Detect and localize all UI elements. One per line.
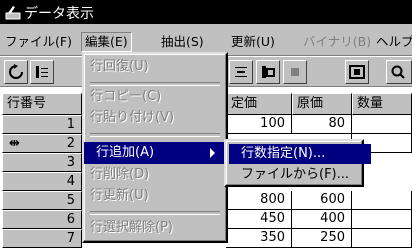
- app-icon: [5, 4, 21, 20]
- row-number: 6: [66, 212, 75, 227]
- list-icon: [36, 66, 48, 78]
- refresh-button[interactable]: [4, 60, 28, 84]
- menu-item-paste-row[interactable]: 行貼り付け(V): [90, 107, 220, 129]
- menu-item-delete-row[interactable]: 行削除(D): [90, 164, 220, 186]
- insert-row-icon: [262, 66, 275, 78]
- row-header[interactable]: 6: [2, 210, 82, 229]
- row-number: 7: [66, 231, 75, 246]
- column-header-qty[interactable]: 数量: [352, 93, 412, 115]
- menu-update[interactable]: 更新(U): [228, 32, 278, 52]
- row-number: 3: [66, 155, 75, 170]
- row-number: 5: [66, 193, 75, 208]
- row-header[interactable]: ⇹ 2: [2, 134, 82, 153]
- align-button[interactable]: [229, 60, 253, 84]
- submenu-arrow-icon: [210, 148, 215, 158]
- table-cell[interactable]: 250: [292, 229, 352, 248]
- record-button[interactable]: [345, 60, 369, 84]
- row-header[interactable]: 1: [2, 115, 82, 134]
- menu-separator: [90, 211, 220, 215]
- menu-help[interactable]: ヘルプ: [373, 32, 412, 52]
- row-number: 1: [66, 117, 75, 132]
- window-title: データ表示: [24, 6, 94, 22]
- table-cell[interactable]: [352, 229, 412, 248]
- row-number: 2: [66, 136, 75, 151]
- row-marker-icon: ⇹: [9, 136, 20, 151]
- submenu-item-from-file[interactable]: ファイルから(F)...: [229, 165, 371, 185]
- table-cell[interactable]: [352, 191, 412, 210]
- list-button[interactable]: [30, 60, 54, 84]
- menu-item-deselect-row[interactable]: 行選択解除(P): [90, 217, 220, 239]
- column-header-row-number[interactable]: 行番号: [2, 93, 82, 115]
- table-cell[interactable]: 400: [292, 210, 352, 229]
- table-cell[interactable]: [352, 115, 412, 134]
- row-number: 4: [66, 174, 75, 189]
- refresh-icon: [9, 64, 23, 79]
- table-cell[interactable]: 100: [226, 115, 292, 134]
- record-icon: [349, 65, 365, 79]
- stop-icon: [291, 68, 299, 76]
- menu-item-add-row[interactable]: 行追加(A): [84, 142, 230, 164]
- menu-edit[interactable]: 編集(E): [81, 32, 132, 52]
- title-bar: データ表示: [0, 0, 412, 24]
- table-cell[interactable]: 600: [292, 191, 352, 210]
- insert-row-button[interactable]: [256, 60, 280, 84]
- table-cell[interactable]: 350: [226, 229, 292, 248]
- row-header[interactable]: 3: [2, 153, 82, 172]
- table-cell[interactable]: 450: [226, 210, 292, 229]
- row-header[interactable]: 7: [2, 229, 82, 248]
- menu-item-label: 行追加(A): [96, 145, 155, 160]
- menu-separator: [90, 133, 220, 137]
- search-button[interactable]: [386, 60, 412, 84]
- row-header[interactable]: 4: [2, 172, 82, 191]
- menu-binary[interactable]: バイナリ(B): [300, 32, 374, 52]
- column-header-price[interactable]: 定価: [226, 93, 292, 115]
- menu-item-copy-row[interactable]: 行コピー(C): [90, 86, 220, 108]
- menu-item-undo-row[interactable]: 行回復(U): [90, 56, 220, 78]
- edit-menu-dropdown: 行回復(U) 行コピー(C) 行貼り付け(V) 行追加(A) 行削除(D) 行更…: [82, 52, 230, 243]
- menu-item-update-row[interactable]: 行更新(U): [90, 185, 220, 207]
- table-cell[interactable]: [352, 210, 412, 229]
- stop-button[interactable]: [283, 60, 307, 84]
- table-cell[interactable]: 800: [226, 191, 292, 210]
- add-row-submenu: 行数指定(N)... ファイルから(F)...: [224, 139, 371, 187]
- row-header[interactable]: 5: [2, 191, 82, 210]
- submenu-item-specify-count[interactable]: 行数指定(N)...: [229, 144, 371, 164]
- column-header-cost[interactable]: 原価: [292, 93, 352, 115]
- menu-extract[interactable]: 抽出(S): [158, 32, 207, 52]
- align-icon: [235, 67, 247, 77]
- menu-file[interactable]: ファイル(F): [2, 32, 75, 52]
- search-icon: [391, 65, 405, 79]
- table-cell[interactable]: 80: [292, 115, 352, 134]
